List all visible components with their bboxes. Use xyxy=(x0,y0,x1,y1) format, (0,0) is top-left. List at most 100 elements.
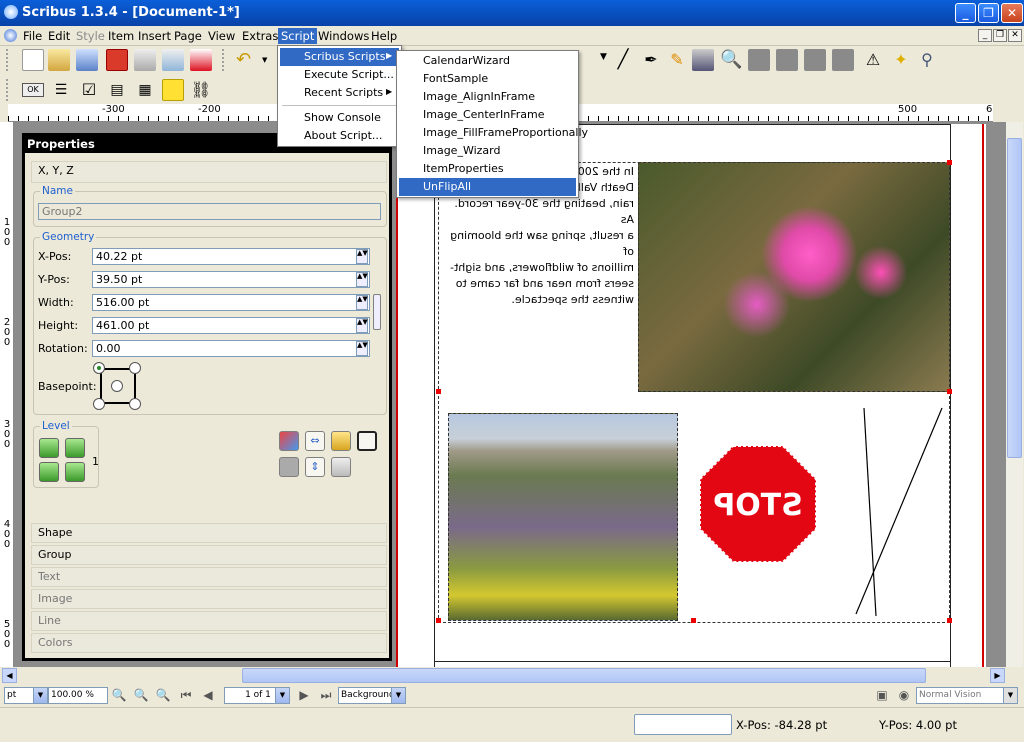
selection-handle[interactable] xyxy=(947,389,952,394)
tab-xyz[interactable]: X, Y, Z xyxy=(31,161,387,183)
basepoint-radio-center[interactable] xyxy=(111,380,123,392)
raise-to-top-icon[interactable] xyxy=(39,438,59,458)
lower-icon[interactable] xyxy=(65,462,85,482)
flower-image[interactable] xyxy=(638,162,950,392)
first-page-icon[interactable]: ⏮ xyxy=(178,687,194,703)
menu-edit[interactable]: Edit xyxy=(45,28,73,44)
eye-icon[interactable]: ◉ xyxy=(896,687,912,703)
zoom-100-icon[interactable]: 🔍 xyxy=(133,687,149,703)
shape-icon[interactable] xyxy=(279,431,299,451)
close-button[interactable]: ✕ xyxy=(1001,3,1023,23)
line-shape[interactable] xyxy=(816,406,946,622)
undo-icon[interactable]: ↶ xyxy=(236,49,258,71)
pdf-textfield-icon[interactable]: ☰ xyxy=(50,79,72,101)
zoom-out-icon[interactable]: 🔍 xyxy=(111,687,127,703)
print-icon[interactable] xyxy=(134,49,156,71)
chain-link-icon[interactable] xyxy=(373,294,381,330)
mdi-restore-button[interactable]: ❐ xyxy=(993,29,1007,42)
minimize-button[interactable]: _ xyxy=(955,3,976,23)
tab-group[interactable]: Group xyxy=(31,545,387,565)
edit-text-icon[interactable] xyxy=(776,49,798,71)
selection-handle[interactable] xyxy=(436,389,441,394)
width-spinner[interactable]: ▲▼ xyxy=(356,295,368,310)
next-page-icon[interactable]: ▶ xyxy=(296,687,312,703)
chevron-down-icon[interactable]: ▼ xyxy=(1003,688,1017,703)
ypos-field[interactable]: 39.50 pt xyxy=(92,271,370,288)
print-enabled-icon[interactable] xyxy=(331,457,351,477)
eyedropper-icon[interactable]: ⚲ xyxy=(916,49,938,71)
vertical-scrollbar[interactable] xyxy=(1006,122,1023,667)
measure-tool-icon[interactable]: ⚠ xyxy=(862,49,884,71)
submenu-item[interactable]: CalendarWizard xyxy=(399,52,576,70)
height-spinner[interactable]: ▲▼ xyxy=(356,318,368,333)
previous-page-icon[interactable]: ◀ xyxy=(200,687,216,703)
rotate-tool-icon[interactable] xyxy=(692,49,714,71)
basepoint-radio-tr[interactable] xyxy=(129,362,141,374)
menu-file[interactable]: File xyxy=(20,28,45,44)
menu-script[interactable]: Script xyxy=(278,28,318,44)
basepoint-radio-br[interactable] xyxy=(129,398,141,410)
menu-item[interactable]: Item xyxy=(105,28,137,44)
submenu-item[interactable]: Image_Wizard xyxy=(399,142,576,160)
submenu-item[interactable]: Image_FillFrameProportionally xyxy=(399,124,588,142)
selection-handle[interactable] xyxy=(691,618,696,623)
tab-text[interactable]: Text xyxy=(31,567,387,587)
save-icon[interactable] xyxy=(76,49,98,71)
menu-recent-scripts[interactable]: Recent Scripts xyxy=(280,84,399,102)
text-flow-icon[interactable] xyxy=(279,457,299,477)
menu-extras[interactable]: Extras xyxy=(239,28,281,44)
preflight-icon[interactable] xyxy=(162,49,184,71)
menu-help[interactable]: Help xyxy=(368,28,400,44)
link-frames-icon[interactable] xyxy=(804,49,826,71)
menu-execute-script[interactable]: Execute Script... xyxy=(280,66,399,84)
vertical-ruler[interactable]: 1 0 0 2 0 0 3 0 0 4 0 0 5 0 0 xyxy=(0,122,14,667)
height-field[interactable]: 461.00 pt xyxy=(92,317,370,334)
menu-scribus-scripts[interactable]: Scribus Scripts xyxy=(280,48,399,66)
toolbar-grip[interactable] xyxy=(6,79,9,101)
vertical-scroll-thumb[interactable] xyxy=(1007,138,1022,458)
tab-colors[interactable]: Colors xyxy=(31,633,387,653)
menu-style[interactable]: Style xyxy=(73,28,108,44)
name-field[interactable]: Group2 xyxy=(38,203,381,220)
xpos-field[interactable]: 40.22 pt xyxy=(92,248,370,265)
tab-line[interactable]: Line xyxy=(31,611,387,631)
unlink-frames-icon[interactable] xyxy=(832,49,854,71)
rotation-field[interactable]: 0.00 xyxy=(92,340,370,357)
basepoint-radio-bl[interactable] xyxy=(93,398,105,410)
lock-size-icon[interactable] xyxy=(357,431,377,451)
new-document-icon[interactable] xyxy=(22,49,44,71)
edit-contents-icon[interactable] xyxy=(748,49,770,71)
mdi-close-button[interactable]: ✕ xyxy=(1008,29,1022,42)
line-tool-icon[interactable]: ╱ xyxy=(612,49,634,71)
bezier-tool-icon[interactable]: ✒ xyxy=(640,49,662,71)
pdf-annotation-icon[interactable] xyxy=(162,79,184,101)
tab-shape[interactable]: Shape xyxy=(31,523,387,543)
lock-icon[interactable] xyxy=(331,431,351,451)
ypos-spinner[interactable]: ▲▼ xyxy=(356,272,368,287)
menu-insert[interactable]: Insert xyxy=(135,28,174,44)
zoom-tool-icon[interactable]: 🔍 xyxy=(720,49,742,71)
export-pdf-icon[interactable] xyxy=(190,49,212,71)
landscape-image[interactable] xyxy=(448,413,678,621)
flip-horizontal-icon[interactable]: ⇔ xyxy=(305,431,325,451)
document-page[interactable]: In the 200 Death Vall rain, beating the … xyxy=(396,124,986,667)
flip-vertical-icon[interactable]: ⇕ xyxy=(305,457,325,477)
close-document-icon[interactable] xyxy=(106,49,128,71)
submenu-item[interactable]: FontSample xyxy=(399,70,576,88)
zoom-field[interactable]: 100.00 % xyxy=(48,687,108,704)
scroll-right-button[interactable]: ▶ xyxy=(990,668,1005,683)
submenu-item-unflipall[interactable]: UnFlipAll xyxy=(399,178,576,196)
mdi-minimize-button[interactable]: _ xyxy=(978,29,992,42)
maximize-button[interactable]: ❐ xyxy=(978,3,999,23)
tab-image[interactable]: Image xyxy=(31,589,387,609)
raise-icon[interactable] xyxy=(65,438,85,458)
pdf-pushbutton-icon[interactable]: OK xyxy=(22,83,44,97)
selection-handle[interactable] xyxy=(947,618,952,623)
menu-windows[interactable]: Windows xyxy=(315,28,372,44)
preview-mode-icon[interactable]: ▣ xyxy=(874,687,890,703)
pdf-combobox-icon[interactable]: ▤ xyxy=(106,79,128,101)
open-icon[interactable] xyxy=(48,49,70,71)
selection-handle[interactable] xyxy=(436,618,441,623)
basepoint-radio-tl[interactable] xyxy=(93,362,105,374)
menu-view[interactable]: View xyxy=(205,28,238,44)
